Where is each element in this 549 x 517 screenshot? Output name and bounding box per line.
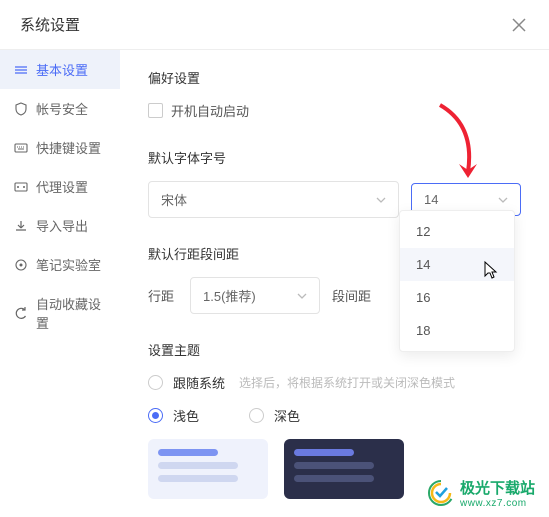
sidebar-item-import[interactable]: 导入导出 [0,206,120,245]
shield-icon [14,102,28,116]
dialog-title: 系统设置 [20,14,80,35]
dropdown-option[interactable]: 16 [400,281,514,314]
settings-icon [14,63,28,77]
sidebar-item-label: 快捷键设置 [36,138,101,157]
chevron-down-icon [376,195,386,205]
prefs-title: 偏好设置 [148,68,521,87]
import-icon [14,219,28,233]
line-height-label: 行距 [148,286,174,305]
chevron-down-icon [297,291,307,301]
refresh-icon [14,306,28,320]
autostart-checkbox[interactable] [148,103,163,118]
chevron-down-icon [498,195,508,205]
sidebar-item-shortcuts[interactable]: 快捷键设置 [0,128,120,167]
sidebar-item-label: 自动收藏设置 [36,294,106,332]
sidebar-item-label: 导入导出 [36,216,88,235]
watermark-name: 极光下载站 [460,477,535,498]
theme-follow-hint: 选择后，将根据系统打开或关闭深色模式 [239,374,455,391]
theme-dark-radio[interactable] [249,408,264,423]
theme-light-radio[interactable] [148,408,163,423]
sidebar-item-auto[interactable]: 自动收藏设置 [0,284,120,342]
sidebar-item-label: 基本设置 [36,60,88,79]
dropdown-option[interactable]: 14 [400,248,514,281]
sidebar-item-lab[interactable]: 笔记实验室 [0,245,120,284]
proxy-icon [14,180,28,194]
preview-line [294,462,374,469]
watermark-url: www.xz7.com [460,498,535,509]
watermark-icon [426,478,456,508]
autostart-label: 开机自动启动 [171,101,249,120]
sidebar-item-security[interactable]: 帐号安全 [0,89,120,128]
lab-icon [14,258,28,272]
keyboard-icon [14,141,28,155]
line-height-select[interactable]: 1.5(推荐) [190,277,320,314]
theme-preview-light[interactable] [148,439,268,499]
close-icon [512,18,526,32]
watermark: 极光下载站 www.xz7.com [426,477,535,509]
theme-preview-dark[interactable] [284,439,404,499]
dropdown-option[interactable]: 18 [400,314,514,347]
theme-follow-label: 跟随系统 [173,373,225,392]
preview-line [158,462,238,469]
sidebar-item-basic[interactable]: 基本设置 [0,50,120,89]
para-space-label: 段间距 [332,286,371,305]
close-button[interactable] [509,15,529,35]
line-height-value: 1.5(推荐) [203,286,256,305]
sidebar-item-label: 代理设置 [36,177,88,196]
font-family-value: 宋体 [161,190,187,209]
dropdown-option[interactable]: 12 [400,215,514,248]
sidebar-item-label: 帐号安全 [36,99,88,118]
preview-line [294,449,354,456]
sidebar-item-label: 笔记实验室 [36,255,101,274]
theme-light-label: 浅色 [173,406,199,425]
sidebar: 基本设置 帐号安全 快捷键设置 代理设置 导入导出 笔记实验室 自动收藏设置 [0,50,120,517]
font-size-value: 14 [424,192,438,207]
font-size-dropdown: 12 14 16 18 [399,210,515,352]
font-title: 默认字体字号 [148,148,521,167]
preview-line [158,449,218,456]
font-family-select[interactable]: 宋体 [148,181,399,218]
theme-follow-radio[interactable] [148,375,163,390]
sidebar-item-proxy[interactable]: 代理设置 [0,167,120,206]
theme-dark-label: 深色 [274,406,300,425]
preview-line [294,475,374,482]
preview-line [158,475,238,482]
